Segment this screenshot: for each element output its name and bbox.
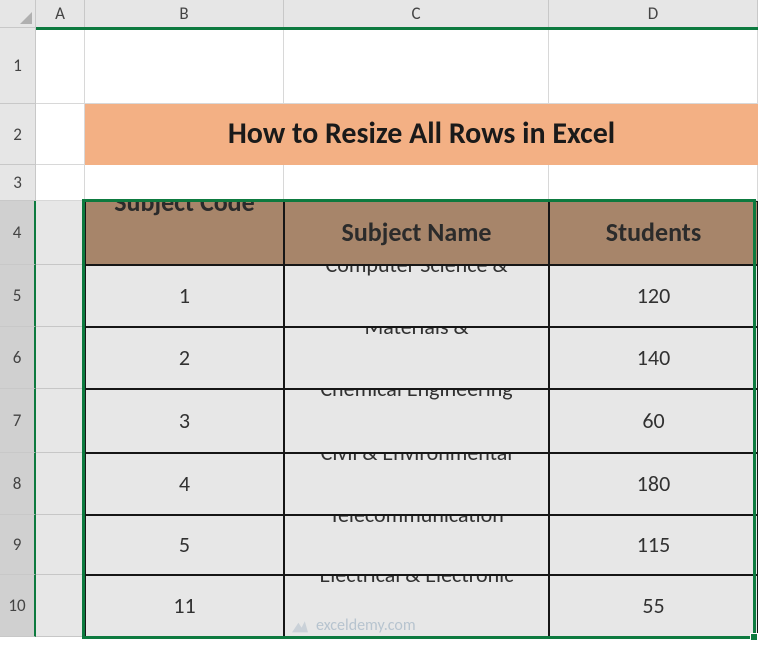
cells-area: How to Resize All Rows in Excel Subject … — [36, 28, 758, 637]
cell-C3[interactable] — [284, 165, 549, 201]
cell-A7[interactable] — [36, 389, 85, 453]
cell-C7[interactable]: Chemical Engineering — [284, 389, 549, 453]
row-header-6[interactable]: 6 — [0, 327, 36, 389]
row-header-3[interactable]: 3 — [0, 165, 36, 201]
row-header-8[interactable]: 8 — [0, 453, 36, 515]
cell-A5[interactable] — [36, 265, 85, 327]
cell-A6[interactable] — [36, 327, 85, 389]
cell-C1[interactable] — [284, 28, 549, 104]
col-header-C[interactable]: C — [284, 0, 549, 28]
cell-B8[interactable]: 4 — [85, 453, 284, 515]
cell-C6[interactable]: Materials & — [284, 327, 549, 389]
cell-D8[interactable]: 180 — [549, 453, 758, 515]
row-headers: 1 2 3 4 5 6 7 8 9 10 — [0, 28, 36, 637]
column-headers: A B C D — [0, 0, 758, 28]
cell-A9[interactable] — [36, 515, 85, 575]
cell-A4[interactable] — [36, 201, 85, 265]
cell-A8[interactable] — [36, 453, 85, 515]
row-header-5[interactable]: 5 — [0, 265, 36, 327]
cell-D6[interactable]: 140 — [549, 327, 758, 389]
cell-D9[interactable]: 115 — [549, 515, 758, 575]
cell-A2[interactable] — [36, 104, 85, 165]
cell-D7[interactable]: 60 — [549, 389, 758, 453]
col-header-B[interactable]: B — [85, 0, 284, 28]
header-subject-code[interactable]: Subject Code — [85, 201, 284, 265]
cell-A1[interactable] — [36, 28, 85, 104]
cell-C8[interactable]: Civil & Environmental — [284, 453, 549, 515]
cell-B9[interactable]: 5 — [85, 515, 284, 575]
row-header-7[interactable]: 7 — [0, 389, 36, 453]
cell-A3[interactable] — [36, 165, 85, 201]
col-header-A[interactable]: A — [36, 0, 85, 28]
cell-C9[interactable]: Telecommunication — [284, 515, 549, 575]
title-cell[interactable]: How to Resize All Rows in Excel — [85, 104, 758, 165]
cell-A10[interactable] — [36, 575, 85, 637]
select-all-corner[interactable] — [0, 0, 36, 28]
cell-C5[interactable]: Computer Science & — [284, 265, 549, 327]
cell-D5[interactable]: 120 — [549, 265, 758, 327]
cell-B3[interactable] — [85, 165, 284, 201]
header-students[interactable]: Students — [549, 201, 758, 265]
cell-D10[interactable]: 55 — [549, 575, 758, 637]
header-subject-name[interactable]: Subject Name — [284, 201, 549, 265]
col-header-D[interactable]: D — [549, 0, 758, 28]
row-header-10[interactable]: 10 — [0, 575, 36, 637]
cell-D3[interactable] — [549, 165, 758, 201]
row-header-1[interactable]: 1 — [0, 28, 36, 104]
row-header-4[interactable]: 4 — [0, 201, 36, 265]
cell-B5[interactable]: 1 — [85, 265, 284, 327]
row-header-9[interactable]: 9 — [0, 515, 36, 575]
cell-B1[interactable] — [85, 28, 284, 104]
spreadsheet: A B C D 1 2 3 4 5 6 7 8 9 10 How to Resi… — [0, 0, 768, 646]
cell-C10[interactable]: Electrical & Electronic — [284, 575, 549, 637]
cell-D1[interactable] — [549, 28, 758, 104]
cell-B7[interactable]: 3 — [85, 389, 284, 453]
cell-B10[interactable]: 11 — [85, 575, 284, 637]
row-header-2[interactable]: 2 — [0, 104, 36, 165]
cell-B6[interactable]: 2 — [85, 327, 284, 389]
